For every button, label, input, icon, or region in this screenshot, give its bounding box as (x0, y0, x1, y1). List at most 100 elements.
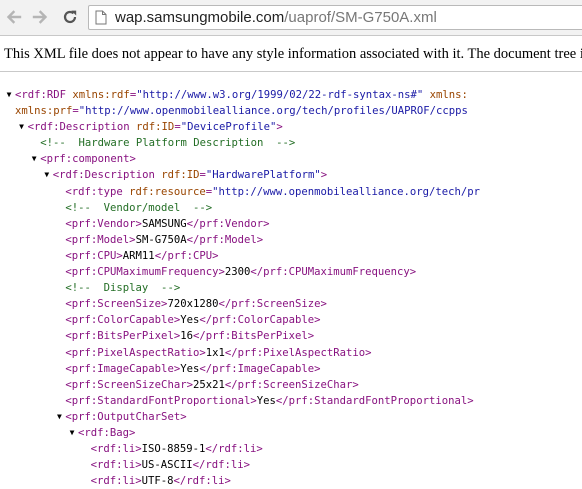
xml-tag: </prf:BitsPerPixel> (192, 330, 315, 343)
xml-tag: </prf:Vendor> (186, 217, 270, 230)
xml-line-text: <rdf:Bag> (78, 425, 135, 441)
xml-line: <prf:CPU>ARM11</prf:CPU> (0, 248, 582, 264)
xml-line-text: <prf:Model>SM-G750A</prf:Model> (65, 232, 263, 248)
xml-tag: <rdf:type (65, 185, 130, 198)
xml-tag: <rdf:Description (52, 169, 162, 182)
xml-line: <rdf:li>UTF-8</rdf:li> (0, 473, 582, 489)
xml-text: 25x21 (192, 378, 225, 391)
xml-line: <!-- Display --> (0, 280, 582, 296)
xml-line-text: <rdf:li>ISO-8859-1</rdf:li> (91, 441, 263, 457)
xml-line: <prf:ScreenSizeChar>25x21</prf:ScreenSiz… (0, 377, 582, 393)
triangle-down-icon[interactable]: ▼ (42, 167, 52, 183)
xml-line: <prf:BitsPerPixel>16</prf:BitsPerPixel> (0, 328, 582, 344)
url-path: /uaprof/SM-G750A.xml (284, 9, 437, 26)
forward-button[interactable] (28, 5, 52, 29)
xml-tag: </prf:PixelAspectRatio> (224, 346, 372, 359)
xml-line: <prf:Vendor>SAMSUNG</prf:Vendor> (0, 216, 582, 232)
xml-line: <prf:ScreenSize>720x1280</prf:ScreenSize… (0, 296, 582, 312)
xml-line-text: <prf:PixelAspectRatio>1x1</prf:PixelAspe… (65, 345, 371, 361)
xml-line: ▼ <rdf:RDF xmlns:rdf="http://www.w3.org/1… (0, 87, 582, 103)
xml-tag: <prf:StandardFontProportional> (65, 394, 257, 407)
xml-text: US-ASCII (141, 459, 193, 472)
xml-attr-value: "http://www.openmobilealliance.org/tech/… (78, 105, 468, 118)
xml-line: <prf:CPUMaximumFrequency>2300</prf:CPUMa… (0, 264, 582, 280)
triangle-down-icon[interactable]: ▼ (17, 119, 27, 135)
xml-attr-value: "http://www.w3.org/1999/02/22-rdf-syntax… (136, 89, 424, 101)
xml-text: Yes (180, 362, 200, 375)
xml-tag: </prf:StandardFontProportional> (275, 394, 474, 407)
triangle-down-icon[interactable]: ▼ (67, 425, 77, 441)
url-host: wap.samsungmobile.com (115, 9, 285, 26)
xml-tag: <prf:ImageCapable> (65, 362, 181, 375)
xml-tag: </rdf:li> (192, 459, 251, 472)
xml-line-text: <prf:CPU>ARM11</prf:CPU> (65, 248, 218, 264)
xml-text: ARM11 (122, 249, 155, 262)
arrow-left-icon (6, 10, 22, 24)
xml-tag: </prf:ScreenSizeChar> (224, 378, 359, 391)
xml-line-text: <rdf:li>US-ASCII</rdf:li> (91, 457, 250, 473)
xml-attr-name: xmlns:prf (15, 105, 73, 118)
xml-line-text: <prf:ColorCapable>Yes</prf:ColorCapable> (65, 312, 320, 328)
xml-text: 2300 (224, 266, 251, 279)
xml-tag: <prf:ColorCapable> (65, 314, 181, 327)
xml-tag: <rdf:li> (90, 475, 142, 488)
xml-info-banner: This XML file does not appear to have an… (0, 38, 582, 72)
url-text: wap.samsungmobile.com/uaprof/SM-G750A.xm… (115, 9, 437, 26)
xml-tag: <prf:Vendor> (65, 217, 142, 230)
xml-line: <prf:ImageCapable>Yes</prf:ImageCapable> (0, 361, 582, 377)
xml-tag: <rdf:Bag> (78, 426, 136, 439)
xml-tag: <prf:OutputCharSet> (65, 410, 187, 423)
xml-line-text: <prf:component> (40, 151, 136, 167)
xml-tag: <prf:BitsPerPixel> (65, 330, 181, 343)
back-button[interactable] (2, 5, 26, 29)
xml-line: ▼ <prf:component> (0, 151, 582, 167)
xml-tag: </rdf:li> (205, 443, 263, 456)
triangle-down-icon[interactable]: ▼ (29, 151, 39, 167)
xml-tag: <prf:CPUMaximumFrequency> (65, 266, 225, 279)
xml-tag: </prf:CPUMaximumFrequency> (250, 266, 417, 279)
xml-line-text: <rdf:Description rdf:ID="DeviceProfile"> (28, 119, 283, 135)
xml-line: <prf:ColorCapable>Yes</prf:ColorCapable> (0, 312, 582, 328)
xml-text: UTF-8 (141, 475, 174, 488)
xml-text: 720x1280 (167, 298, 219, 311)
xml-attr-name: xmlns:rdf (72, 89, 130, 101)
xml-line-text: <prf:CPUMaximumFrequency>2300</prf:CPUMa… (65, 264, 416, 280)
arrow-right-icon (32, 10, 48, 24)
triangle-down-icon[interactable]: ▼ (54, 409, 64, 425)
xml-line-text: <rdf:li>UTF-8</rdf:li> (91, 473, 231, 489)
xml-tag: </prf:CPU> (154, 249, 219, 262)
xml-comment: <!-- Hardware Platform Description --> (40, 137, 296, 150)
xml-comment: <!-- Vendor/model --> (65, 201, 213, 214)
xml-tag: > (320, 169, 328, 182)
reload-button[interactable] (58, 5, 82, 29)
xml-line: <prf:Model>SM-G750A</prf:Model> (0, 232, 582, 248)
xml-tag: <prf:CPU> (65, 249, 123, 262)
xml-line-text: <prf:StandardFontProportional>Yes</prf:S… (65, 393, 473, 409)
xml-text: SAMSUNG (141, 217, 187, 230)
xml-line: <prf:PixelAspectRatio>1x1</prf:PixelAspe… (0, 345, 582, 361)
xml-text: 16 (180, 330, 193, 343)
xml-tag: <prf:component> (40, 153, 136, 166)
xml-line: ▼ <rdf:Bag> (0, 425, 582, 441)
xml-line: ▼ <rdf:Description rdf:ID="DeviceProfile"… (0, 119, 582, 135)
xml-text: Yes (256, 394, 276, 407)
xml-tag: <prf:ScreenSizeChar> (65, 378, 193, 391)
xml-text: 1x1 (205, 346, 225, 359)
info-message: This XML file does not appear to have an… (4, 46, 582, 62)
xml-line-text: <!-- Display --> (65, 280, 180, 296)
address-bar[interactable]: wap.samsungmobile.com/uaprof/SM-G750A.xm… (88, 5, 582, 30)
xml-line-text: <prf:Vendor>SAMSUNG</prf:Vendor> (65, 216, 269, 232)
xml-line-text: <prf:BitsPerPixel>16</prf:BitsPerPixel> (65, 328, 314, 344)
xml-line: <!-- Vendor/model --> (0, 200, 582, 216)
xml-tag: </prf:Model> (186, 233, 264, 246)
xml-tag: </rdf:li> (173, 475, 231, 488)
xml-attr-name: xmlns: (429, 89, 468, 101)
xml-text: ISO-8859-1 (141, 443, 206, 456)
xml-tag: </prf:ImageCapable> (199, 362, 321, 375)
xml-text: Yes (180, 314, 200, 327)
xml-line: ▼ <prf:OutputCharSet> (0, 409, 582, 425)
xml-line-text: <!-- Hardware Platform Description --> (40, 135, 295, 151)
xml-attr-name: rdf:ID (161, 169, 200, 182)
triangle-down-icon[interactable]: ▼ (4, 87, 14, 103)
xml-line: <prf:StandardFontProportional>Yes</prf:S… (0, 393, 582, 409)
